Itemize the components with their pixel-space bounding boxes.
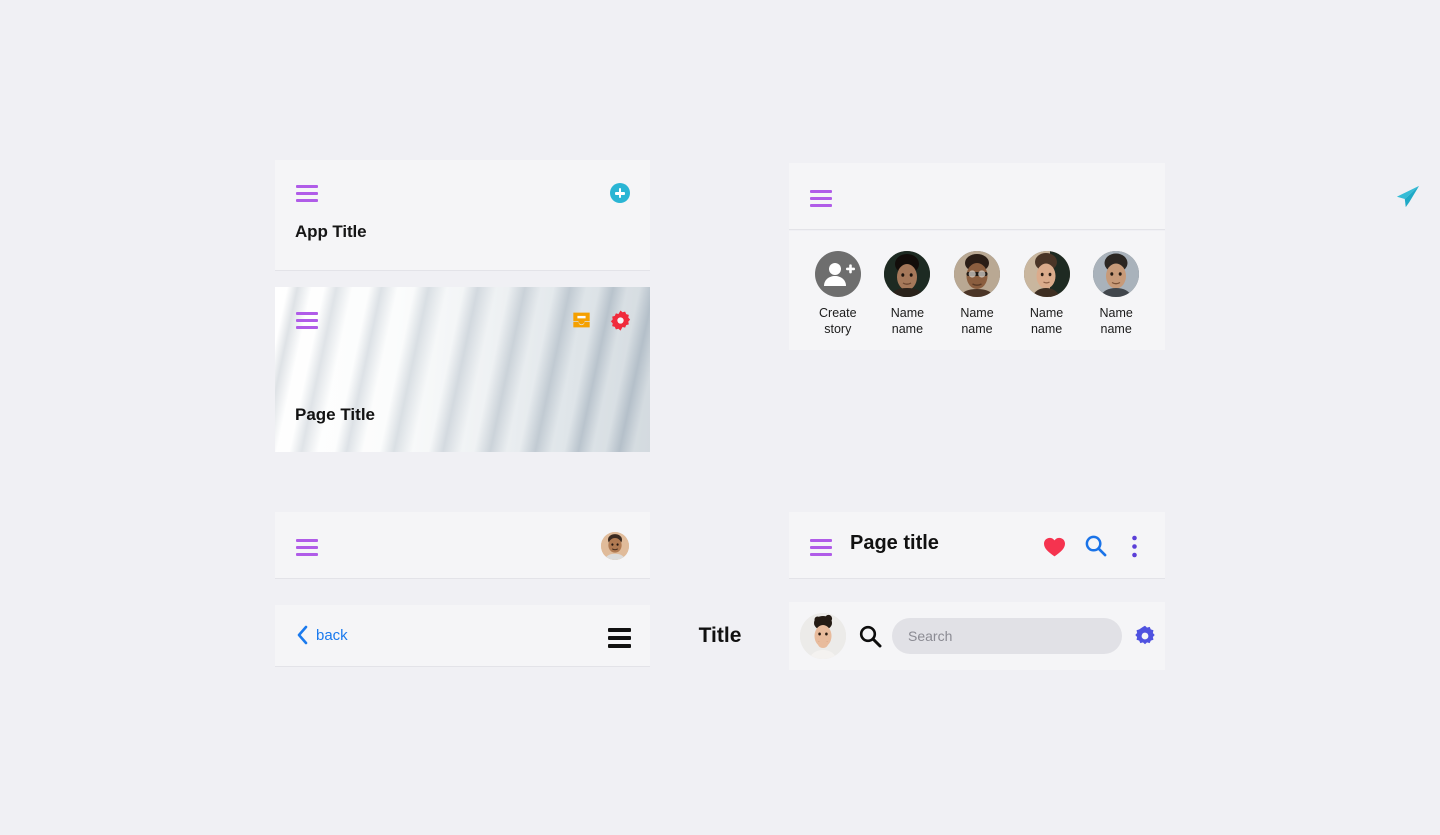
app-title-card bbox=[275, 160, 650, 270]
story-label-line1: Name bbox=[890, 306, 925, 320]
stories-card: Create story Name name Name name Name na… bbox=[789, 231, 1165, 350]
story-label-line2: name bbox=[1100, 322, 1132, 336]
story-label-line1: Name bbox=[960, 306, 994, 320]
add-person-icon bbox=[814, 251, 861, 297]
heart-icon[interactable] bbox=[1043, 536, 1066, 557]
hamburger-menu-icon[interactable] bbox=[810, 190, 832, 212]
story-label-line2: story bbox=[824, 322, 852, 336]
avatar bbox=[1023, 251, 1070, 297]
avatar bbox=[884, 251, 931, 297]
avatar bbox=[953, 251, 1000, 297]
page-title-hero-card bbox=[275, 287, 650, 452]
plus-circle-icon[interactable] bbox=[610, 183, 630, 203]
hamburger-menu-icon[interactable] bbox=[296, 185, 318, 207]
paper-plane-icon[interactable] bbox=[1394, 184, 1421, 211]
avatar[interactable] bbox=[601, 532, 629, 560]
hamburger-menu-icon[interactable] bbox=[296, 539, 318, 561]
page-title: Page title bbox=[850, 532, 939, 554]
story-item[interactable]: Name name bbox=[942, 251, 1012, 337]
gear-icon[interactable] bbox=[610, 310, 631, 331]
avatar-bar-card bbox=[275, 512, 650, 578]
search-input[interactable] bbox=[892, 618, 1122, 654]
app-canvas: App Title Page Title back Title Create s… bbox=[0, 0, 1440, 835]
search-icon[interactable] bbox=[1084, 534, 1107, 557]
story-label-line2: name bbox=[891, 322, 924, 336]
story-label-line2: name bbox=[1030, 322, 1063, 336]
story-label-line1: Name bbox=[1099, 306, 1133, 320]
hamburger-menu-icon[interactable] bbox=[608, 628, 631, 657]
inbox-icon[interactable] bbox=[571, 311, 592, 329]
story-item[interactable]: Name name bbox=[873, 251, 943, 337]
story-item[interactable]: Name name bbox=[1081, 251, 1151, 337]
page-title: App Title bbox=[295, 222, 367, 241]
hamburger-menu-icon[interactable] bbox=[296, 312, 318, 334]
page-actions-card bbox=[789, 512, 1165, 578]
stories-list: Create story Name name Name name Name na… bbox=[789, 231, 1165, 337]
search-icon[interactable] bbox=[858, 624, 882, 648]
story-label-line1: Name bbox=[1029, 306, 1064, 320]
hamburger-menu-icon[interactable] bbox=[810, 539, 832, 561]
stories-header-card bbox=[789, 163, 1165, 229]
more-vertical-icon[interactable] bbox=[1130, 535, 1139, 558]
story-label-line1: Create bbox=[819, 306, 857, 320]
story-item[interactable]: Name name bbox=[1012, 251, 1082, 337]
story-label-line2: name bbox=[961, 322, 993, 336]
centered-title: Title bbox=[698, 624, 742, 647]
gear-icon[interactable] bbox=[1134, 625, 1156, 647]
avatar bbox=[1093, 251, 1140, 297]
avatar[interactable] bbox=[800, 613, 846, 659]
story-create[interactable]: Create story bbox=[803, 251, 873, 337]
hero-title: Page Title bbox=[295, 405, 375, 424]
